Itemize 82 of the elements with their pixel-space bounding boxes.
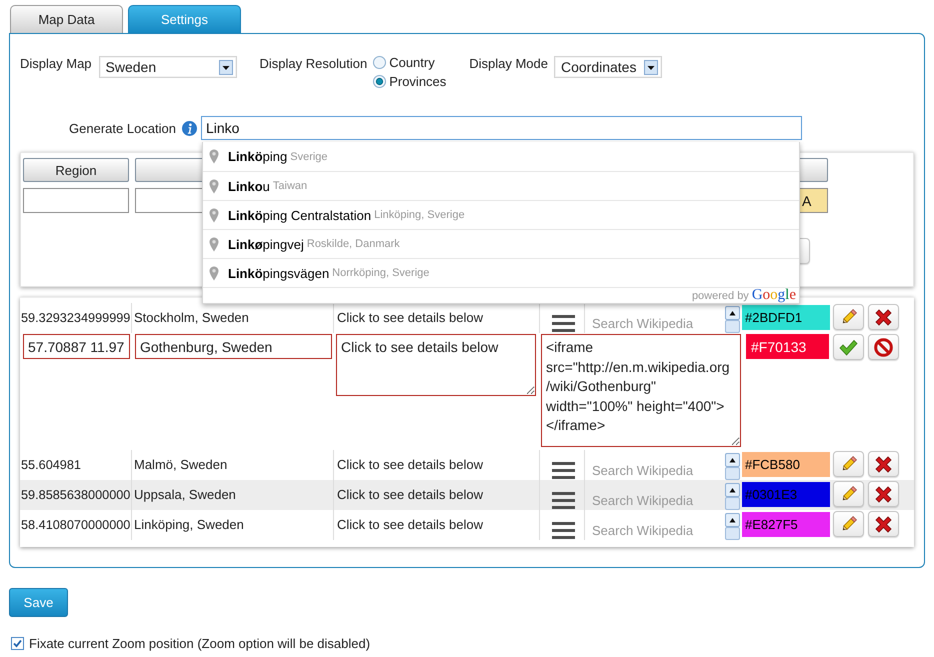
pin-icon [209, 149, 219, 164]
table-cell-text: 59.3293234999999 [20, 310, 131, 327]
caret-down-icon [644, 60, 658, 74]
edit-button[interactable] [833, 481, 864, 507]
caret-down-icon [218, 60, 233, 74]
table-cell-text: 58.4108070000000 [20, 517, 131, 534]
edit-button[interactable] [833, 304, 864, 330]
suggestion-item[interactable]: Linköping Sverige [203, 142, 799, 171]
scrollbar[interactable] [725, 453, 740, 480]
checkbox[interactable] [11, 637, 24, 650]
pin-icon [209, 266, 219, 280]
cancel-button[interactable] [868, 334, 899, 360]
edit-button[interactable] [833, 511, 864, 537]
column-header[interactable]: Region [23, 158, 129, 182]
color-field[interactable]: A [799, 188, 828, 213]
cross-icon [875, 308, 892, 326]
table-cell-text: 55.604981 [20, 457, 82, 474]
suggestion-item[interactable]: Linkøpingvej Roskilde, Danmark [203, 229, 799, 258]
search-field[interactable]: Search Wikipedia [585, 450, 725, 480]
color-input[interactable]: #F70133 [746, 334, 829, 359]
coordinates-input[interactable]: 57.70887 11.97 [23, 334, 130, 359]
edit-button[interactable] [833, 451, 864, 477]
mode-select[interactable]: Coordinates [554, 56, 662, 78]
field-label: Display Resolution [260, 56, 368, 71]
menu-icon[interactable] [552, 492, 575, 509]
color-field[interactable]: #FCB580 [742, 452, 830, 477]
field-label: Display Map [20, 56, 92, 71]
menu-icon[interactable] [552, 522, 575, 539]
details-input[interactable]: Click to see details below [336, 334, 536, 396]
pin-icon [209, 178, 219, 194]
field-label: Generate Location [68, 120, 176, 136]
radio-button[interactable] [373, 56, 386, 69]
tab[interactable]: Map Data [10, 5, 123, 33]
scrollbar[interactable] [725, 306, 740, 333]
table-cell-text: 59.8585638000000 [20, 487, 131, 504]
check-icon [839, 338, 858, 356]
info-icon [182, 120, 197, 136]
text-field[interactable] [23, 188, 129, 213]
delete-button[interactable] [868, 481, 899, 507]
color-field[interactable]: #2BDFD1 [742, 305, 830, 330]
column-header[interactable] [798, 158, 828, 182]
table-row[interactable]: 59.8585638000000 Uppsala, Sweden Click to see details below Search Wikipedia #0301E3 [20, 480, 914, 510]
delete-button[interactable] [868, 304, 899, 330]
powered-by-label: powered by [692, 290, 749, 302]
location-input[interactable]: Gothenburg, Sweden [135, 334, 332, 359]
no-entry-icon [874, 338, 893, 356]
suggestion-item[interactable]: Linköpingsvägen Norrköping, Sverige [203, 258, 799, 287]
cross-icon [875, 486, 892, 502]
radio-label: Country [389, 54, 435, 70]
radio-label: Provinces [389, 74, 446, 90]
pin-icon [209, 236, 219, 252]
table-cell: Linköping, Sweden [131, 510, 333, 540]
table-cell: Click to see details below [333, 510, 539, 540]
cross-icon [875, 516, 892, 532]
scrollbar[interactable] [725, 483, 740, 510]
radio-button[interactable] [373, 75, 386, 88]
cross-icon [875, 456, 892, 472]
table-row[interactable]: 57.70887 11.97 Gothenburg, Sweden Click to see details below <iframe src="http://en.m.wikipedia.org/wiki/Gothenburg" width="100%" height="400"></iframe> #F70133 [20, 333, 914, 450]
search-field[interactable]: Search Wikipedia [585, 303, 725, 333]
text-field[interactable] [135, 188, 205, 213]
color-field[interactable]: #E827F5 [742, 512, 830, 537]
column-header[interactable] [135, 158, 205, 182]
embed-code-input[interactable]: <iframe src="http://en.m.wikipedia.org/wiki/Gothenburg" width="100%" height="400"></iframe> [541, 334, 741, 447]
field-label: Display Mode [469, 56, 548, 71]
checkbox-label: Fixate current Zoom position (Zoom option will be disabled) [29, 636, 370, 651]
delete-button[interactable] [868, 451, 899, 477]
google-logo: Google [752, 288, 796, 303]
location-search-field[interactable]: Linko [201, 116, 802, 140]
table-row[interactable]: 59.3293234999999 Stockholm, Sweden Click to see details below Search Wikipedia #2BDFD1 [20, 303, 914, 333]
delete-button[interactable] [868, 511, 899, 537]
suggestion-item[interactable]: Linkou Taiwan [203, 171, 799, 200]
menu-icon[interactable] [552, 315, 575, 332]
map-select[interactable]: Sweden [98, 56, 237, 78]
table-row[interactable]: 55.604981 Malmö, Sweden Click to see details below Search Wikipedia #FCB580 [20, 450, 914, 480]
suggestion-item[interactable]: Linköping Centralstation Linköping, Sverige [203, 200, 799, 229]
scrollbar[interactable] [725, 513, 740, 540]
confirm-button[interactable] [833, 334, 864, 360]
search-field[interactable]: Search Wikipedia [585, 510, 725, 540]
search-field[interactable]: Search Wikipedia [585, 480, 725, 510]
pin-icon [209, 208, 219, 222]
menu-icon[interactable] [552, 462, 575, 479]
table-row[interactable]: 58.4108070000000 Linköping, Sweden Click to see details below Search Wikipedia #E827F5 [20, 510, 914, 540]
